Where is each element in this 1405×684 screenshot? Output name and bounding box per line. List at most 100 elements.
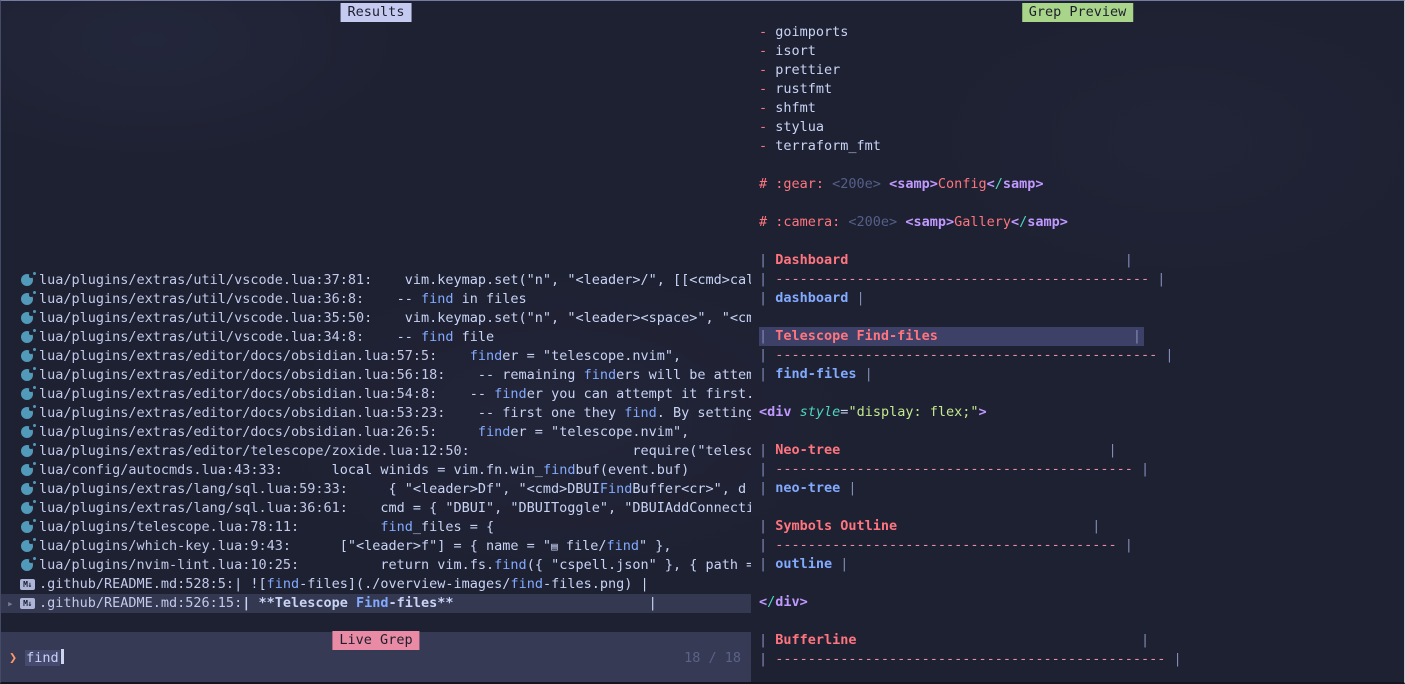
match-counter: 18 / 18 bbox=[684, 649, 741, 668]
preview-line: - isort bbox=[759, 42, 1404, 61]
text-segment: lua/plugins/telescope.lua:78:11: bbox=[39, 519, 299, 535]
preview-line-text: | Dashboard | bbox=[759, 251, 1133, 270]
result-row[interactable]: lua/plugins/extras/util/vscode.lua:35:50… bbox=[1, 309, 751, 328]
text-segment: lua/plugins/extras/util/vscode.lua:35:50… bbox=[39, 310, 372, 326]
text-segment: < bbox=[759, 594, 767, 610]
search-input[interactable]: ❯find bbox=[9, 649, 64, 668]
preview-line: | Bufferline | bbox=[759, 631, 1404, 650]
lua-file-icon bbox=[21, 350, 33, 362]
preview-line bbox=[759, 232, 1404, 251]
result-row[interactable]: lua/plugins/extras/lang/sql.lua:36:61: c… bbox=[1, 499, 751, 518]
preview-line bbox=[759, 498, 1404, 517]
text-segment: find bbox=[421, 329, 454, 345]
result-row[interactable]: M↓.github/README.md:528:5:| ![find-files… bbox=[1, 575, 751, 594]
preview-line-text: | --------------------------------------… bbox=[759, 536, 1133, 555]
text-segment: # :camera: bbox=[759, 214, 848, 230]
result-row[interactable]: lua/plugins/extras/editor/docs/obsidian.… bbox=[1, 347, 751, 366]
result-row[interactable]: lua/plugins/extras/editor/docs/obsidian.… bbox=[1, 366, 751, 385]
text-segment: div> bbox=[775, 594, 808, 610]
preview-line-text: - rustfmt bbox=[759, 80, 832, 99]
text-segment: | bbox=[759, 252, 775, 268]
text-segment: lua/plugins/extras/editor/docs/obsidian.… bbox=[39, 386, 437, 402]
preview-line: </div> bbox=[759, 593, 1404, 612]
text-segment: .github/README.md:526:15: bbox=[39, 595, 242, 611]
lua-file-icon bbox=[21, 331, 33, 343]
preview-line bbox=[759, 308, 1404, 327]
text-segment: <samp> bbox=[889, 176, 938, 192]
text-segment bbox=[792, 404, 800, 420]
preview-line-text: | neo-tree | bbox=[759, 479, 857, 498]
text-segment: rustfmt bbox=[775, 81, 832, 97]
preview-line-text: | --------------------------------------… bbox=[759, 270, 1165, 289]
text-segment: -files](./overview-images/ bbox=[299, 576, 510, 592]
result-row[interactable]: lua/plugins/extras/editor/docs/obsidian.… bbox=[1, 404, 751, 423]
text-segment: find bbox=[267, 576, 300, 592]
result-row[interactable]: lua/config/autocmds.lua:43:33: local win… bbox=[1, 461, 751, 480]
text-segment: | bbox=[759, 347, 775, 363]
text-segment: | bbox=[1117, 537, 1133, 553]
lua-file-icon bbox=[21, 369, 33, 381]
preview-line: - rustfmt bbox=[759, 80, 1404, 99]
text-segment: -- first one they bbox=[445, 405, 624, 421]
preview-line-text: | --------------------------------------… bbox=[759, 460, 1149, 479]
text-segment: Find bbox=[356, 595, 389, 611]
lua-file-icon bbox=[21, 483, 33, 495]
text-segment: <div bbox=[759, 404, 792, 420]
preview-line: | Telescope Find-files | bbox=[759, 327, 1404, 346]
text-segment: lua/plugins/extras/editor/docs/obsidian.… bbox=[39, 424, 437, 440]
text-segment: - bbox=[759, 138, 775, 154]
result-row[interactable]: lua/plugins/which-key.lua:9:43: ["<leade… bbox=[1, 537, 751, 556]
result-row[interactable]: lua/plugins/telescope.lua:78:11: find_fi… bbox=[1, 518, 751, 537]
preview-line-text: - terraform_fmt bbox=[759, 137, 881, 156]
preview-line-text: - stylua bbox=[759, 118, 824, 137]
preview-lines: - goimports- isort- prettier- rustfmt- s… bbox=[759, 23, 1404, 669]
result-row-selected[interactable]: ▸M↓.github/README.md:526:15:| **Telescop… bbox=[1, 594, 751, 613]
result-row[interactable]: lua/plugins/extras/util/vscode.lua:34:8:… bbox=[1, 328, 751, 347]
result-row[interactable]: lua/plugins/extras/editor/docs/obsidian.… bbox=[1, 385, 751, 404]
prompt-caret-icon: ❯ bbox=[9, 650, 17, 666]
selection-caret-icon: ▸ bbox=[7, 594, 14, 613]
preview-line: | --------------------------------------… bbox=[759, 346, 1404, 365]
result-row[interactable]: lua/plugins/extras/util/vscode.lua:37:81… bbox=[1, 271, 751, 290]
text-segment: require("telesc bbox=[470, 443, 751, 459]
text-segment: lua/plugins/extras/util/vscode.lua:37:81… bbox=[39, 272, 372, 288]
text-segment: ----------------------------------------… bbox=[775, 271, 1149, 287]
preview-line-text: | Symbols Outline | bbox=[759, 517, 1100, 536]
preview-line bbox=[759, 612, 1404, 631]
text-segment: < bbox=[987, 176, 995, 192]
lua-file-icon bbox=[21, 521, 33, 533]
text-segment: samp> bbox=[1003, 176, 1044, 192]
text-segment: neo-tree bbox=[775, 480, 840, 496]
text-segment: find bbox=[494, 386, 527, 402]
result-row[interactable]: lua/plugins/nvim-lint.lua:10:25: return … bbox=[1, 556, 751, 575]
text-segment: < bbox=[1011, 214, 1019, 230]
preview-line-text: # :camera: <200e> <samp>Gallery</samp> bbox=[759, 213, 1068, 232]
results-list: lua/plugins/extras/util/vscode.lua:37:81… bbox=[1, 271, 751, 613]
text-segment: - bbox=[759, 81, 775, 97]
result-row[interactable]: lua/plugins/extras/util/vscode.lua:36:8:… bbox=[1, 290, 751, 309]
result-row[interactable]: lua/plugins/extras/editor/telescope/zoxi… bbox=[1, 442, 751, 461]
lua-file-icon bbox=[21, 312, 33, 324]
text-segment: | bbox=[1149, 271, 1165, 287]
text-segment: find bbox=[543, 462, 576, 478]
text-segment: lua/plugins/extras/editor/docs/obsidian.… bbox=[39, 348, 437, 364]
preview-line: | --------------------------------------… bbox=[759, 650, 1404, 669]
text-segment: return vim.fs. bbox=[299, 557, 494, 573]
text-segment: | bbox=[840, 442, 1116, 458]
text-segment: | bbox=[759, 632, 775, 648]
lua-file-icon bbox=[21, 407, 33, 419]
lua-file-icon bbox=[21, 445, 33, 457]
preview-line bbox=[759, 194, 1404, 213]
result-row[interactable]: lua/plugins/extras/editor/docs/obsidian.… bbox=[1, 423, 751, 442]
markdown-file-icon: M↓ bbox=[20, 598, 35, 609]
preview-line bbox=[759, 384, 1404, 403]
preview-panel: Grep Preview - goimports- isort- prettie… bbox=[751, 1, 1404, 682]
text-segment: find bbox=[494, 557, 527, 573]
text-segment: style bbox=[800, 404, 841, 420]
text-segment: Telescope Find-files bbox=[775, 328, 938, 344]
preview-line-text: <div style="display: flex;"> bbox=[759, 403, 987, 422]
preview-line-text: - isort bbox=[759, 42, 816, 61]
result-row[interactable]: lua/plugins/extras/lang/sql.lua:59:33: {… bbox=[1, 480, 751, 499]
text-segment: { "<leader>Df", "<cmd>DBUI bbox=[348, 481, 600, 497]
text-segment: "display: flex;" bbox=[848, 404, 978, 420]
